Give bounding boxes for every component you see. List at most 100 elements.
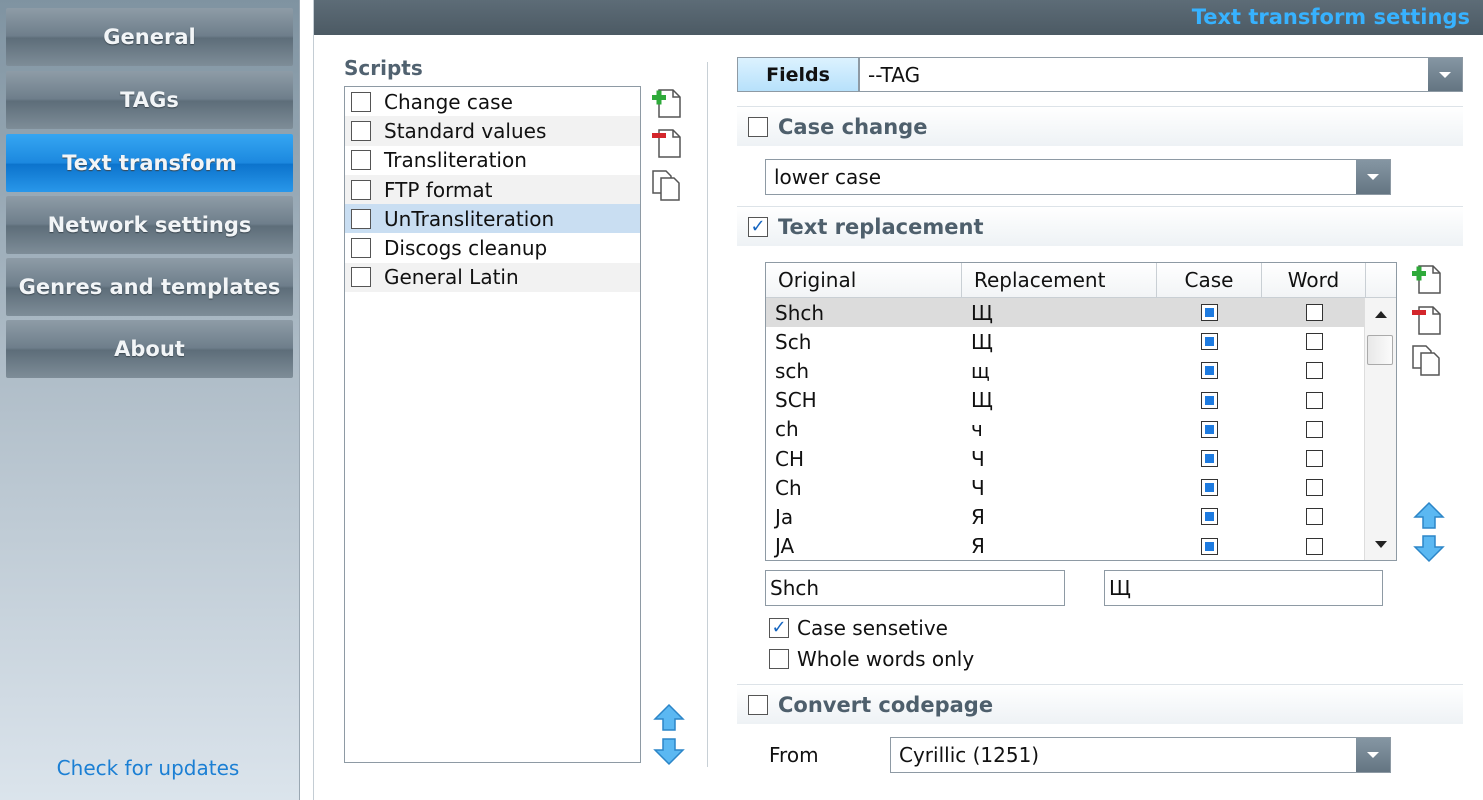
word-checkbox[interactable] [1305, 333, 1323, 351]
original-input[interactable]: Shch [765, 570, 1065, 606]
chevron-down-icon[interactable] [1356, 160, 1390, 194]
case-checkbox[interactable] [1201, 304, 1218, 322]
case-checkbox[interactable] [1201, 479, 1218, 497]
rule-move-down-arrow-icon[interactable] [1412, 533, 1446, 563]
nav-about[interactable]: About [6, 320, 293, 378]
rule-move-up-arrow-icon[interactable] [1412, 501, 1446, 531]
script-item[interactable]: Change case [345, 87, 640, 116]
table-row[interactable]: JA Я [766, 532, 1396, 561]
fields-select[interactable]: --TAG [859, 57, 1463, 92]
add-script-icon[interactable] [650, 86, 684, 120]
case-change-select[interactable]: lower case [765, 159, 1391, 195]
column-header-word[interactable]: Word [1262, 263, 1366, 297]
cell-word [1262, 356, 1366, 385]
cell-word [1262, 444, 1366, 473]
column-header-original[interactable]: Original [766, 263, 962, 297]
scrollbar-thumb[interactable] [1367, 335, 1393, 365]
script-item-label: FTP format [384, 177, 493, 202]
column-header-case[interactable]: Case [1157, 263, 1262, 297]
cell-case [1157, 327, 1262, 356]
copy-script-icon[interactable] [650, 168, 684, 202]
remove-rule-icon[interactable] [1410, 303, 1444, 337]
cell-replacement: Щ [971, 388, 993, 413]
script-checkbox[interactable] [351, 267, 371, 288]
table-row[interactable]: Ch Ч [766, 473, 1396, 502]
case-checkbox[interactable] [1201, 508, 1218, 526]
table-row[interactable]: Sch Щ [766, 327, 1396, 356]
cell-original: SCH [775, 388, 817, 413]
cell-replacement: щ [971, 358, 990, 383]
table-scrollbar[interactable] [1364, 298, 1396, 560]
script-checkbox[interactable] [351, 208, 371, 229]
script-checkbox[interactable] [351, 91, 371, 112]
table-row[interactable]: sch щ [766, 356, 1396, 385]
script-item-label: Change case [384, 89, 513, 114]
word-checkbox[interactable] [1305, 304, 1323, 322]
word-checkbox[interactable] [1305, 420, 1323, 438]
table-row[interactable]: Shch Щ [766, 298, 1396, 328]
codepage-select[interactable]: Cyrillic (1251) [890, 737, 1391, 773]
table-row[interactable]: Ja Я [766, 502, 1396, 531]
nav-general[interactable]: General [6, 8, 293, 66]
cell-case [1157, 444, 1262, 473]
case-checkbox[interactable] [1201, 420, 1218, 438]
word-checkbox[interactable] [1305, 479, 1323, 497]
remove-script-icon[interactable] [650, 126, 684, 160]
table-row[interactable]: CH Ч [766, 444, 1396, 473]
check-for-updates-link[interactable]: Check for updates [0, 756, 296, 780]
case-sensitive-label: Case sensetive [797, 616, 948, 640]
scripts-label: Scripts [344, 56, 423, 80]
move-down-arrow-icon[interactable] [652, 736, 686, 766]
whole-words-option[interactable]: Whole words only [769, 647, 974, 671]
case-checkbox[interactable] [1201, 537, 1218, 555]
cell-original: Ch [775, 475, 802, 500]
table-row[interactable]: SCH Щ [766, 386, 1396, 415]
case-checkbox[interactable] [1201, 333, 1218, 351]
word-checkbox[interactable] [1305, 537, 1323, 555]
move-up-arrow-icon[interactable] [652, 703, 686, 733]
script-item-label: General Latin [384, 265, 519, 290]
case-checkbox[interactable] [1201, 450, 1218, 468]
script-checkbox[interactable] [351, 120, 371, 141]
script-item[interactable]: Discogs cleanup [345, 233, 640, 262]
script-checkbox[interactable] [351, 179, 371, 200]
text-replacement-checkbox[interactable] [748, 216, 768, 237]
scroll-down-icon[interactable] [1375, 541, 1387, 548]
chevron-down-icon[interactable] [1428, 58, 1462, 91]
column-header-replacement[interactable]: Replacement [962, 263, 1157, 297]
case-change-checkbox[interactable] [748, 116, 768, 137]
case-sensitive-checkbox[interactable] [769, 618, 789, 638]
script-item-label: Standard values [384, 118, 547, 143]
replacement-input[interactable]: Щ [1104, 570, 1383, 606]
whole-words-checkbox[interactable] [769, 649, 789, 669]
script-checkbox[interactable] [351, 150, 371, 171]
case-checkbox[interactable] [1201, 362, 1218, 380]
nav-tags[interactable]: TAGs [6, 71, 293, 129]
word-checkbox[interactable] [1305, 508, 1323, 526]
cell-replacement: ч [971, 417, 983, 442]
nav-network-settings[interactable]: Network settings [6, 196, 293, 254]
script-checkbox[interactable] [351, 238, 371, 259]
convert-codepage-checkbox[interactable] [748, 694, 768, 715]
table-row[interactable]: ch ч [766, 415, 1396, 444]
fields-label: Fields [737, 57, 859, 92]
word-checkbox[interactable] [1305, 450, 1323, 468]
copy-rule-icon[interactable] [1410, 343, 1444, 377]
nav-text-transform[interactable]: Text transform [6, 134, 293, 192]
cell-word [1262, 298, 1366, 327]
script-item-selected[interactable]: UnTransliteration [345, 204, 640, 234]
script-item[interactable]: FTP format [345, 174, 640, 205]
word-checkbox[interactable] [1305, 391, 1323, 409]
script-item[interactable]: General Latin [345, 262, 640, 293]
word-checkbox[interactable] [1305, 362, 1323, 380]
cell-case [1157, 415, 1262, 444]
nav-genres-and-templates[interactable]: Genres and templates [6, 258, 293, 316]
cell-case [1157, 532, 1262, 561]
case-sensitive-option[interactable]: Case sensetive [769, 616, 948, 640]
scroll-up-icon[interactable] [1375, 311, 1387, 318]
case-checkbox[interactable] [1201, 391, 1218, 409]
script-item[interactable]: Transliteration [345, 146, 640, 175]
chevron-down-icon[interactable] [1356, 738, 1390, 772]
add-rule-icon[interactable] [1410, 262, 1444, 296]
script-item[interactable]: Standard values [345, 116, 640, 146]
